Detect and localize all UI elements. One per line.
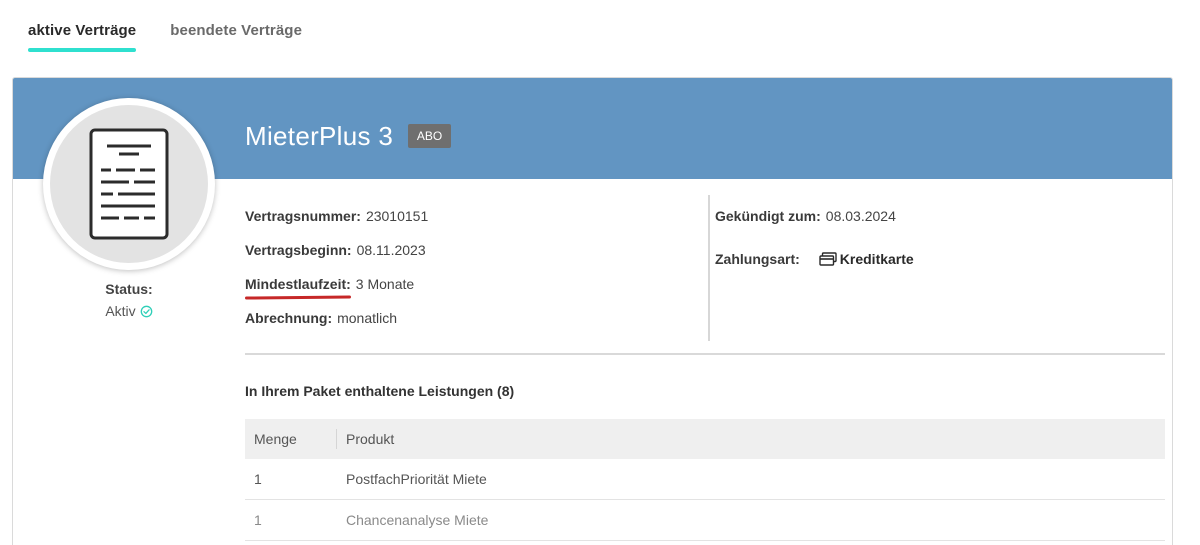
field-label: Vertragsnummer: (245, 208, 361, 224)
contract-card: MieterPlus 3 ABO Status: Aktiv Vertragsn… (12, 77, 1173, 545)
payment-value: Kreditkarte (839, 251, 914, 267)
section-divider (245, 353, 1165, 355)
field-label: Gekündigt zum: (715, 208, 821, 224)
field-value: 23010151 (365, 208, 429, 224)
credit-card-icon (819, 252, 837, 266)
tab-ended-contracts[interactable]: beendete Verträge (170, 0, 302, 52)
column-header-quantity: Menge (245, 429, 337, 449)
column-divider (708, 195, 710, 341)
field-value: monatlich (337, 310, 398, 326)
contract-status: Status: Aktiv (43, 281, 215, 321)
field-label: Mindestlaufzeit: (245, 276, 351, 292)
check-circle-icon (140, 305, 153, 317)
contract-title: MieterPlus 3 (245, 121, 394, 151)
contract-avatar (43, 98, 215, 270)
cell-quantity: 1 (254, 512, 262, 528)
field-cancelled-date: Gekündigt zum: 08.03.2024 (715, 208, 914, 242)
contract-tabs: aktive Verträge beendete Verträge (28, 0, 302, 60)
table-row: 1 Chancenanalyse Miete (245, 500, 1165, 541)
field-billing: Abrechnung: monatlich (245, 310, 428, 344)
field-value: 08.03.2024 (825, 208, 896, 224)
contract-details-left: Vertragsnummer: 23010151 Vertragsbeginn: 0… (245, 208, 428, 344)
package-table: Menge Produkt 1 PostfachPriorität Miete … (245, 419, 1165, 541)
field-label: Abrechnung: (245, 310, 333, 326)
column-header-product: Produkt (346, 431, 395, 447)
field-contract-number: Vertragsnummer: 23010151 (245, 208, 428, 242)
contract-details-right: Gekündigt zum: 08.03.2024 Zahlungsart: Kr… (715, 208, 914, 276)
abo-badge: ABO (408, 124, 451, 148)
field-value: 08.11.2023 (356, 242, 426, 258)
field-contract-start: Vertragsbeginn: 08.11.2023 (245, 242, 428, 276)
cell-product: Chancenanalyse Miete (346, 512, 489, 528)
field-minimum-term: Mindestlaufzeit: 3 Monate (245, 276, 428, 310)
field-payment-method: Zahlungsart: Kreditkarte (715, 242, 914, 276)
field-label: Vertragsbeginn: (245, 242, 352, 258)
status-value: Aktiv (105, 303, 136, 319)
field-label: Zahlungsart: (715, 251, 800, 267)
table-row: 1 PostfachPriorität Miete (245, 459, 1165, 500)
field-value: 3 Monate (355, 276, 415, 292)
status-label: Status: (105, 281, 153, 297)
cell-product: PostfachPriorität Miete (346, 471, 487, 487)
table-header: Menge Produkt (245, 419, 1165, 459)
package-title: In Ihrem Paket enthaltene Leistungen (8) (245, 383, 515, 399)
tab-active-contracts[interactable]: aktive Verträge (28, 0, 137, 52)
document-icon (89, 128, 169, 240)
cell-quantity: 1 (254, 471, 262, 487)
